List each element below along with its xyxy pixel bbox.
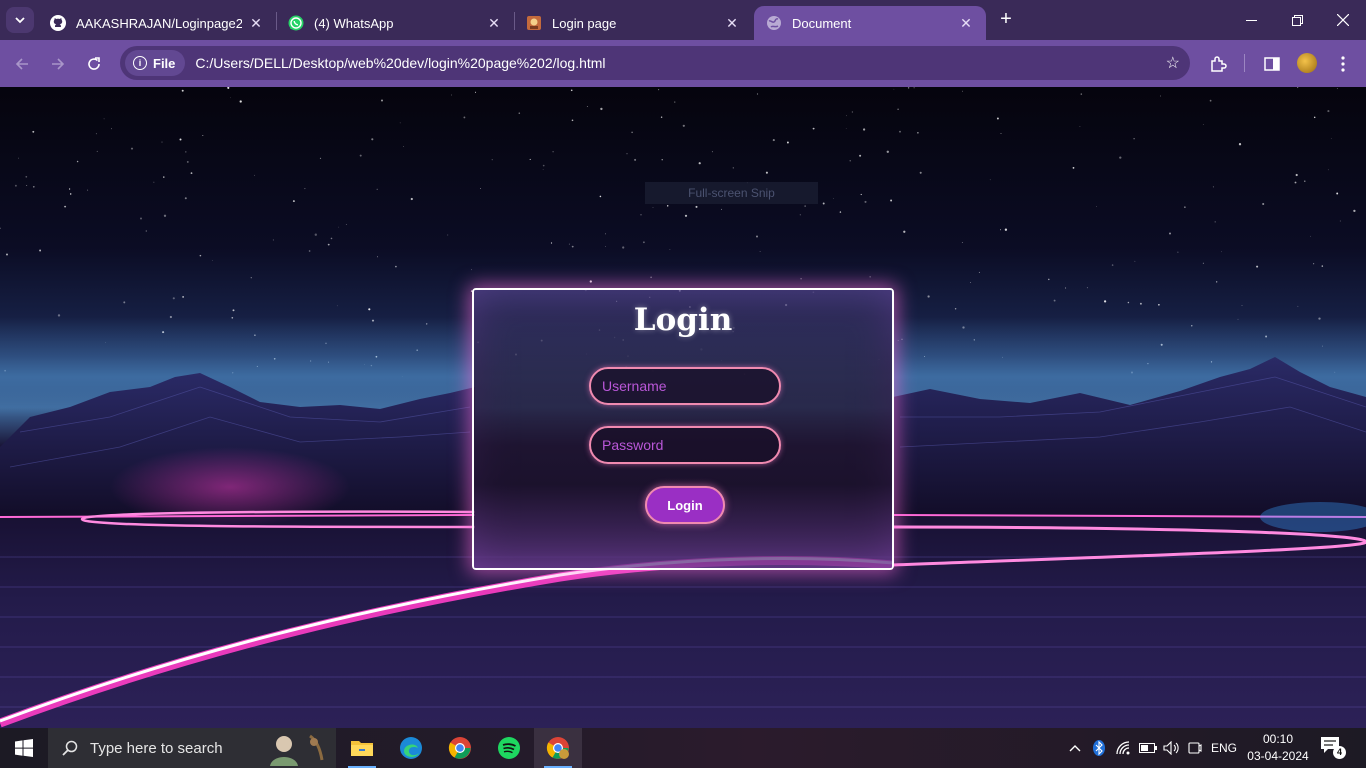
site-info-chip[interactable]: i File — [125, 50, 186, 76]
tab-title: Document — [792, 15, 852, 31]
search-icon — [62, 740, 78, 756]
site-info-label: File — [153, 55, 176, 71]
close-window-button[interactable] — [1320, 0, 1366, 40]
volume-tray[interactable] — [1160, 728, 1184, 768]
address-bar[interactable]: i File C:/Users/DELL/Desktop/web%20dev/l… — [120, 46, 1190, 80]
clock-time: 00:10 — [1262, 732, 1294, 746]
info-icon: i — [133, 56, 147, 70]
wifi-icon — [1116, 741, 1130, 755]
battery-tray[interactable] — [1136, 728, 1160, 768]
close-icon — [1337, 14, 1349, 26]
meet-now-tray[interactable] — [1184, 728, 1206, 768]
page-viewport: Full-screen Snip Login Username Password… — [0, 87, 1366, 728]
spotify-app[interactable] — [485, 728, 533, 768]
chrome-profile-icon — [546, 737, 569, 759]
tab-title: AAKASHRAJAN/Loginpage2: Lo — [76, 15, 242, 31]
profile-avatar[interactable] — [1297, 53, 1317, 73]
start-button[interactable] — [0, 728, 48, 768]
restore-button[interactable] — [1274, 0, 1320, 40]
browser-tab-strip: AAKASHRAJAN/Loginpage2: Lo ✕ (4) WhatsAp… — [0, 0, 1366, 40]
language-indicator[interactable]: ENG — [1208, 728, 1240, 768]
windows-logo-icon — [15, 739, 33, 757]
search-highlight-illustration — [270, 734, 324, 766]
windows-taskbar: Type here to search ENG 00:10 03-04-2024… — [0, 728, 1366, 768]
arrow-left-icon — [15, 58, 28, 70]
chevron-up-icon — [1069, 745, 1081, 752]
forward-button[interactable] — [44, 50, 72, 78]
edge-app[interactable] — [387, 728, 435, 768]
bluetooth-tray[interactable] — [1088, 728, 1110, 768]
system-clock[interactable]: 00:10 03-04-2024 — [1246, 731, 1310, 765]
file-explorer-app[interactable] — [338, 728, 386, 768]
username-input[interactable]: Username — [589, 367, 781, 405]
folder-icon — [351, 741, 373, 756]
chevron-down-icon — [15, 17, 25, 24]
tab-github[interactable]: AAKASHRAJAN/Loginpage2: Lo ✕ — [38, 6, 276, 40]
bookmark-star-icon[interactable]: ☆ — [1166, 53, 1180, 73]
bluetooth-icon — [1093, 740, 1105, 756]
clock-date: 03-04-2024 — [1247, 749, 1309, 763]
restore-icon — [1291, 14, 1303, 26]
close-icon[interactable]: ✕ — [958, 15, 974, 32]
reload-icon — [88, 57, 100, 70]
kebab-menu-icon — [1341, 56, 1345, 72]
puzzle-icon — [1211, 56, 1227, 72]
globe-icon — [766, 15, 782, 31]
toolbar-divider — [1244, 54, 1245, 72]
tab-search-button[interactable] — [6, 7, 34, 33]
edge-icon — [400, 737, 422, 759]
tab-whatsapp[interactable]: (4) WhatsApp ✕ — [276, 6, 514, 40]
minimize-button[interactable] — [1228, 0, 1274, 40]
tab-title: Login page — [552, 15, 617, 31]
speaker-icon — [1163, 741, 1179, 755]
close-icon[interactable]: ✕ — [248, 15, 264, 32]
password-input[interactable]: Password — [589, 426, 781, 464]
spotify-icon — [498, 737, 520, 759]
battery-icon — [1139, 743, 1157, 753]
minimize-icon — [1245, 19, 1257, 21]
taskbar-search[interactable]: Type here to search — [48, 728, 336, 768]
camera-icon — [1188, 742, 1202, 754]
action-center-button[interactable]: 4 — [1320, 736, 1350, 760]
extensions-button[interactable] — [1206, 52, 1230, 76]
url-text[interactable]: C:/Users/DELL/Desktop/web%20dev/login%20… — [195, 55, 605, 71]
chrome-icon — [448, 737, 471, 759]
browser-menu-button[interactable] — [1331, 52, 1355, 76]
tab-login-page[interactable]: Login page ✕ — [514, 6, 752, 40]
close-icon[interactable]: ✕ — [724, 15, 740, 32]
reload-button[interactable] — [80, 50, 108, 78]
search-placeholder: Type here to search — [90, 739, 223, 757]
login-heading: Login — [633, 302, 733, 338]
tab-title: (4) WhatsApp — [314, 15, 394, 31]
page-favicon-icon — [526, 15, 542, 31]
github-icon — [50, 15, 66, 31]
whatsapp-icon — [288, 15, 304, 31]
browser-toolbar: i File C:/Users/DELL/Desktop/web%20dev/l… — [0, 40, 1366, 87]
login-button[interactable]: Login — [645, 486, 725, 524]
tab-document[interactable]: Document ✕ — [754, 6, 986, 40]
network-tray[interactable] — [1112, 728, 1136, 768]
new-tab-button[interactable]: + — [995, 9, 1017, 31]
show-hidden-icons-button[interactable] — [1064, 728, 1086, 768]
side-panel-icon — [1264, 57, 1280, 71]
back-button[interactable] — [8, 50, 36, 78]
chrome-app[interactable] — [436, 728, 484, 768]
arrow-right-icon — [52, 58, 65, 70]
side-panel-button[interactable] — [1260, 52, 1284, 76]
login-card: Login Username Password Login — [472, 288, 894, 570]
chrome-profile-app[interactable] — [534, 728, 582, 768]
snip-tooltip: Full-screen Snip — [645, 182, 818, 204]
notification-count-badge: 4 — [1333, 746, 1346, 759]
close-icon[interactable]: ✕ — [486, 15, 502, 32]
